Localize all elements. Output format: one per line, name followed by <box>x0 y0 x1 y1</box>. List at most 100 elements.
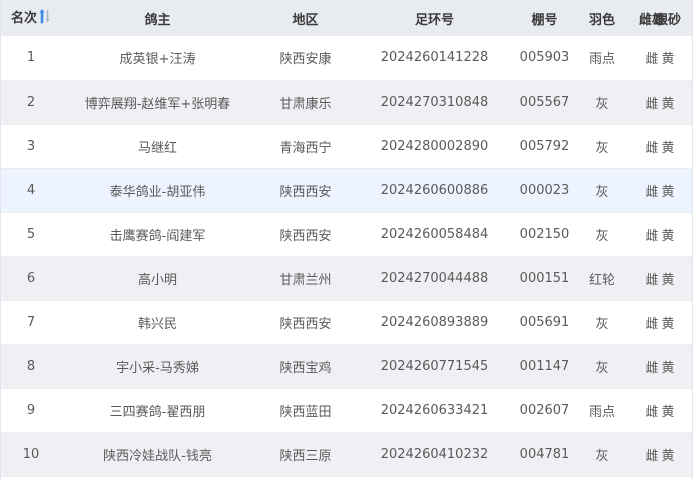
table-row[interactable]: 7 韩兴民 陕西西安 2024260893889 005691 灰雌黄 <box>1 300 692 345</box>
cell-eye-value: 黄 <box>661 96 675 112</box>
cell-eye-value: 黄 <box>661 140 675 156</box>
cell-color: 灰 <box>577 124 627 169</box>
cell-eye-value: 黄 <box>661 184 675 200</box>
cell-color: 灰 <box>577 80 627 125</box>
cell-eye: 黄 <box>661 36 692 81</box>
table-row[interactable]: 2 博弈展翔-赵维军+张明春 甘肃康乐 2024270310848 005567 灰雌黄 <box>1 80 692 125</box>
cell-eye-value: 黄 <box>661 52 675 68</box>
column-header-shed[interactable]: 棚号 <box>512 0 577 36</box>
cell-color: 雨点 <box>577 36 627 81</box>
cell-owner: 韩兴民 <box>61 300 254 345</box>
cell-ring: 2024260141228 <box>357 36 512 81</box>
cell-eye: 黄 <box>661 344 692 389</box>
cell-color: 灰 <box>577 432 627 477</box>
cell-area: 陕西安康 <box>254 36 357 81</box>
cell-rank: 10 <box>1 432 61 477</box>
cell-area: 甘肃兰州 <box>254 256 357 301</box>
cell-color: 灰 <box>577 212 627 257</box>
column-header-owner[interactable]: 鸽主 <box>61 0 254 36</box>
table-row[interactable]: 9 三四赛鸽-翟西朋 陕西蓝田 2024260633421 002607 雨点雌黄 <box>1 388 692 433</box>
cell-ring: 2024270044488 <box>357 256 512 301</box>
cell-shed: 005903 <box>512 36 577 81</box>
cell-area: 甘肃康乐 <box>254 80 357 125</box>
cell-rank: 1 <box>1 36 61 81</box>
cell-rank: 9 <box>1 388 61 433</box>
cell-area: 陕西蓝田 <box>254 388 357 433</box>
cell-eye-value: 黄 <box>661 272 675 288</box>
table-header: 名次 鸽主 地区 足环号 棚号 羽色 雌雄 眼砂 <box>1 0 692 36</box>
cell-owner: 泰华鸽业-胡亚伟 <box>61 168 254 213</box>
sort-ascending-icon[interactable] <box>39 8 51 28</box>
cell-shed: 001147 <box>512 344 577 389</box>
cell-eye: 黄 <box>661 300 692 345</box>
column-header-area[interactable]: 地区 <box>254 0 357 36</box>
cell-ring: 2024260410232 <box>357 432 512 477</box>
cell-eye-value: 黄 <box>661 228 675 244</box>
cell-eye: 黄 <box>661 432 692 477</box>
cell-color: 雨点 <box>577 388 627 433</box>
cell-eye: 黄 <box>661 168 692 213</box>
cell-rank: 6 <box>1 256 61 301</box>
cell-owner: 陕西冷娃战队-钱亮 <box>61 432 254 477</box>
cell-ring: 2024260771545 <box>357 344 512 389</box>
cell-ring: 2024260058484 <box>357 212 512 257</box>
cell-shed: 002607 <box>512 388 577 433</box>
cell-owner: 宇小采-马秀娣 <box>61 344 254 389</box>
cell-area: 陕西西安 <box>254 212 357 257</box>
cell-shed: 004781 <box>512 432 577 477</box>
cell-area: 陕西西安 <box>254 300 357 345</box>
cell-rank: 2 <box>1 80 61 125</box>
cell-owner: 击鹰赛鸽-阎建军 <box>61 212 254 257</box>
cell-rank: 4 <box>1 168 61 213</box>
cell-ring: 2024270310848 <box>357 80 512 125</box>
column-header-rank[interactable]: 名次 <box>1 0 61 36</box>
cell-area: 青海西宁 <box>254 124 357 169</box>
cell-shed: 005792 <box>512 124 577 169</box>
cell-eye-value: 黄 <box>661 448 675 464</box>
cell-shed: 000151 <box>512 256 577 301</box>
column-header-ring[interactable]: 足环号 <box>357 0 512 36</box>
table-body: 1 成英银+汪涛 陕西安康 2024260141228 005903 雨点雌黄 2 博弈展翔-… <box>1 36 692 477</box>
table-row[interactable]: 4 泰华鸽业-胡亚伟 陕西西安 2024260600886 000023 灰雌黄 <box>1 168 692 213</box>
cell-eye-value: 黄 <box>661 360 675 376</box>
cell-rank: 7 <box>1 300 61 345</box>
cell-eye: 黄 <box>661 124 692 169</box>
table-row[interactable]: 5 击鹰赛鸽-阎建军 陕西西安 2024260058484 002150 灰雌黄 <box>1 212 692 257</box>
cell-owner: 三四赛鸽-翟西朋 <box>61 388 254 433</box>
cell-shed: 005691 <box>512 300 577 345</box>
column-header-eye-label: 眼砂 <box>654 12 681 28</box>
cell-eye: 黄 <box>661 256 692 301</box>
cell-owner: 高小明 <box>61 256 254 301</box>
column-header-color[interactable]: 羽色 <box>577 0 627 36</box>
cell-owner: 成英银+汪涛 <box>61 36 254 81</box>
cell-rank: 8 <box>1 344 61 389</box>
cell-eye: 黄 <box>661 80 692 125</box>
cell-eye: 黄 <box>661 212 692 257</box>
cell-owner: 马继红 <box>61 124 254 169</box>
cell-color: 红轮 <box>577 256 627 301</box>
table-row[interactable]: 6 高小明 甘肃兰州 2024270044488 000151 红轮雌黄 <box>1 256 692 301</box>
table-row[interactable]: 10 陕西冷娃战队-钱亮 陕西三原 2024260410232 004781 灰雌黄 <box>1 432 692 477</box>
header-row: 名次 鸽主 地区 足环号 棚号 羽色 雌雄 眼砂 <box>1 0 692 36</box>
cell-eye-value: 黄 <box>661 404 675 420</box>
table-row[interactable]: 1 成英银+汪涛 陕西安康 2024260141228 005903 雨点雌黄 <box>1 36 692 81</box>
cell-ring: 2024260893889 <box>357 300 512 345</box>
cell-area: 陕西西安 <box>254 168 357 213</box>
cell-rank: 5 <box>1 212 61 257</box>
cell-color: 灰 <box>577 300 627 345</box>
results-table: 名次 鸽主 地区 足环号 棚号 羽色 雌雄 眼砂 1 成英银+汪涛 陕西安康 2024… <box>1 0 692 477</box>
cell-rank: 3 <box>1 124 61 169</box>
table-row[interactable]: 3 马继红 青海西宁 2024280002890 005792 灰雌黄 <box>1 124 692 169</box>
column-header-rank-label: 名次 <box>10 11 37 27</box>
cell-color: 灰 <box>577 344 627 389</box>
cell-area: 陕西宝鸡 <box>254 344 357 389</box>
cell-shed: 000023 <box>512 168 577 213</box>
cell-shed: 002150 <box>512 212 577 257</box>
cell-eye-value: 黄 <box>661 316 675 332</box>
column-header-eye[interactable]: 眼砂 <box>655 0 692 36</box>
cell-owner: 博弈展翔-赵维军+张明春 <box>61 80 254 125</box>
table-row[interactable]: 8 宇小采-马秀娣 陕西宝鸡 2024260771545 001147 灰雌黄 <box>1 344 692 389</box>
cell-ring: 2024260600886 <box>357 168 512 213</box>
cell-ring: 2024280002890 <box>357 124 512 169</box>
cell-eye: 黄 <box>661 388 692 433</box>
